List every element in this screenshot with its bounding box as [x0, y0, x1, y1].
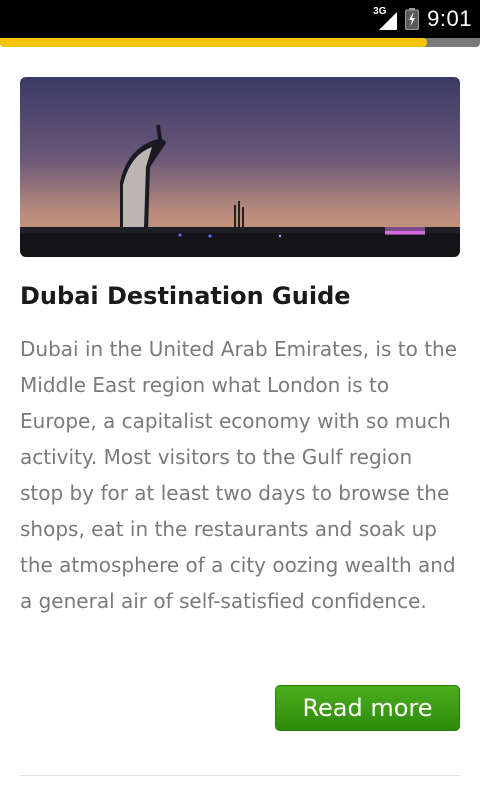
- clock: 9:01: [427, 6, 472, 31]
- network-type-label: 3G: [373, 6, 387, 17]
- read-more-button[interactable]: Read more: [275, 685, 460, 731]
- dubai-skyline-image: [20, 77, 460, 257]
- divider: [20, 775, 460, 776]
- status-bar: 3G 9:01: [0, 0, 480, 38]
- article-title: Dubai Destination Guide: [20, 282, 351, 310]
- progress-fill: [0, 38, 428, 47]
- page-load-progress: [0, 38, 480, 47]
- battery-icon: [405, 8, 420, 30]
- status-icons: 3G 9:01: [373, 0, 472, 38]
- article-description: Dubai in the United Arab Emirates, is to…: [20, 337, 458, 613]
- signal-icon: 3G: [373, 6, 398, 30]
